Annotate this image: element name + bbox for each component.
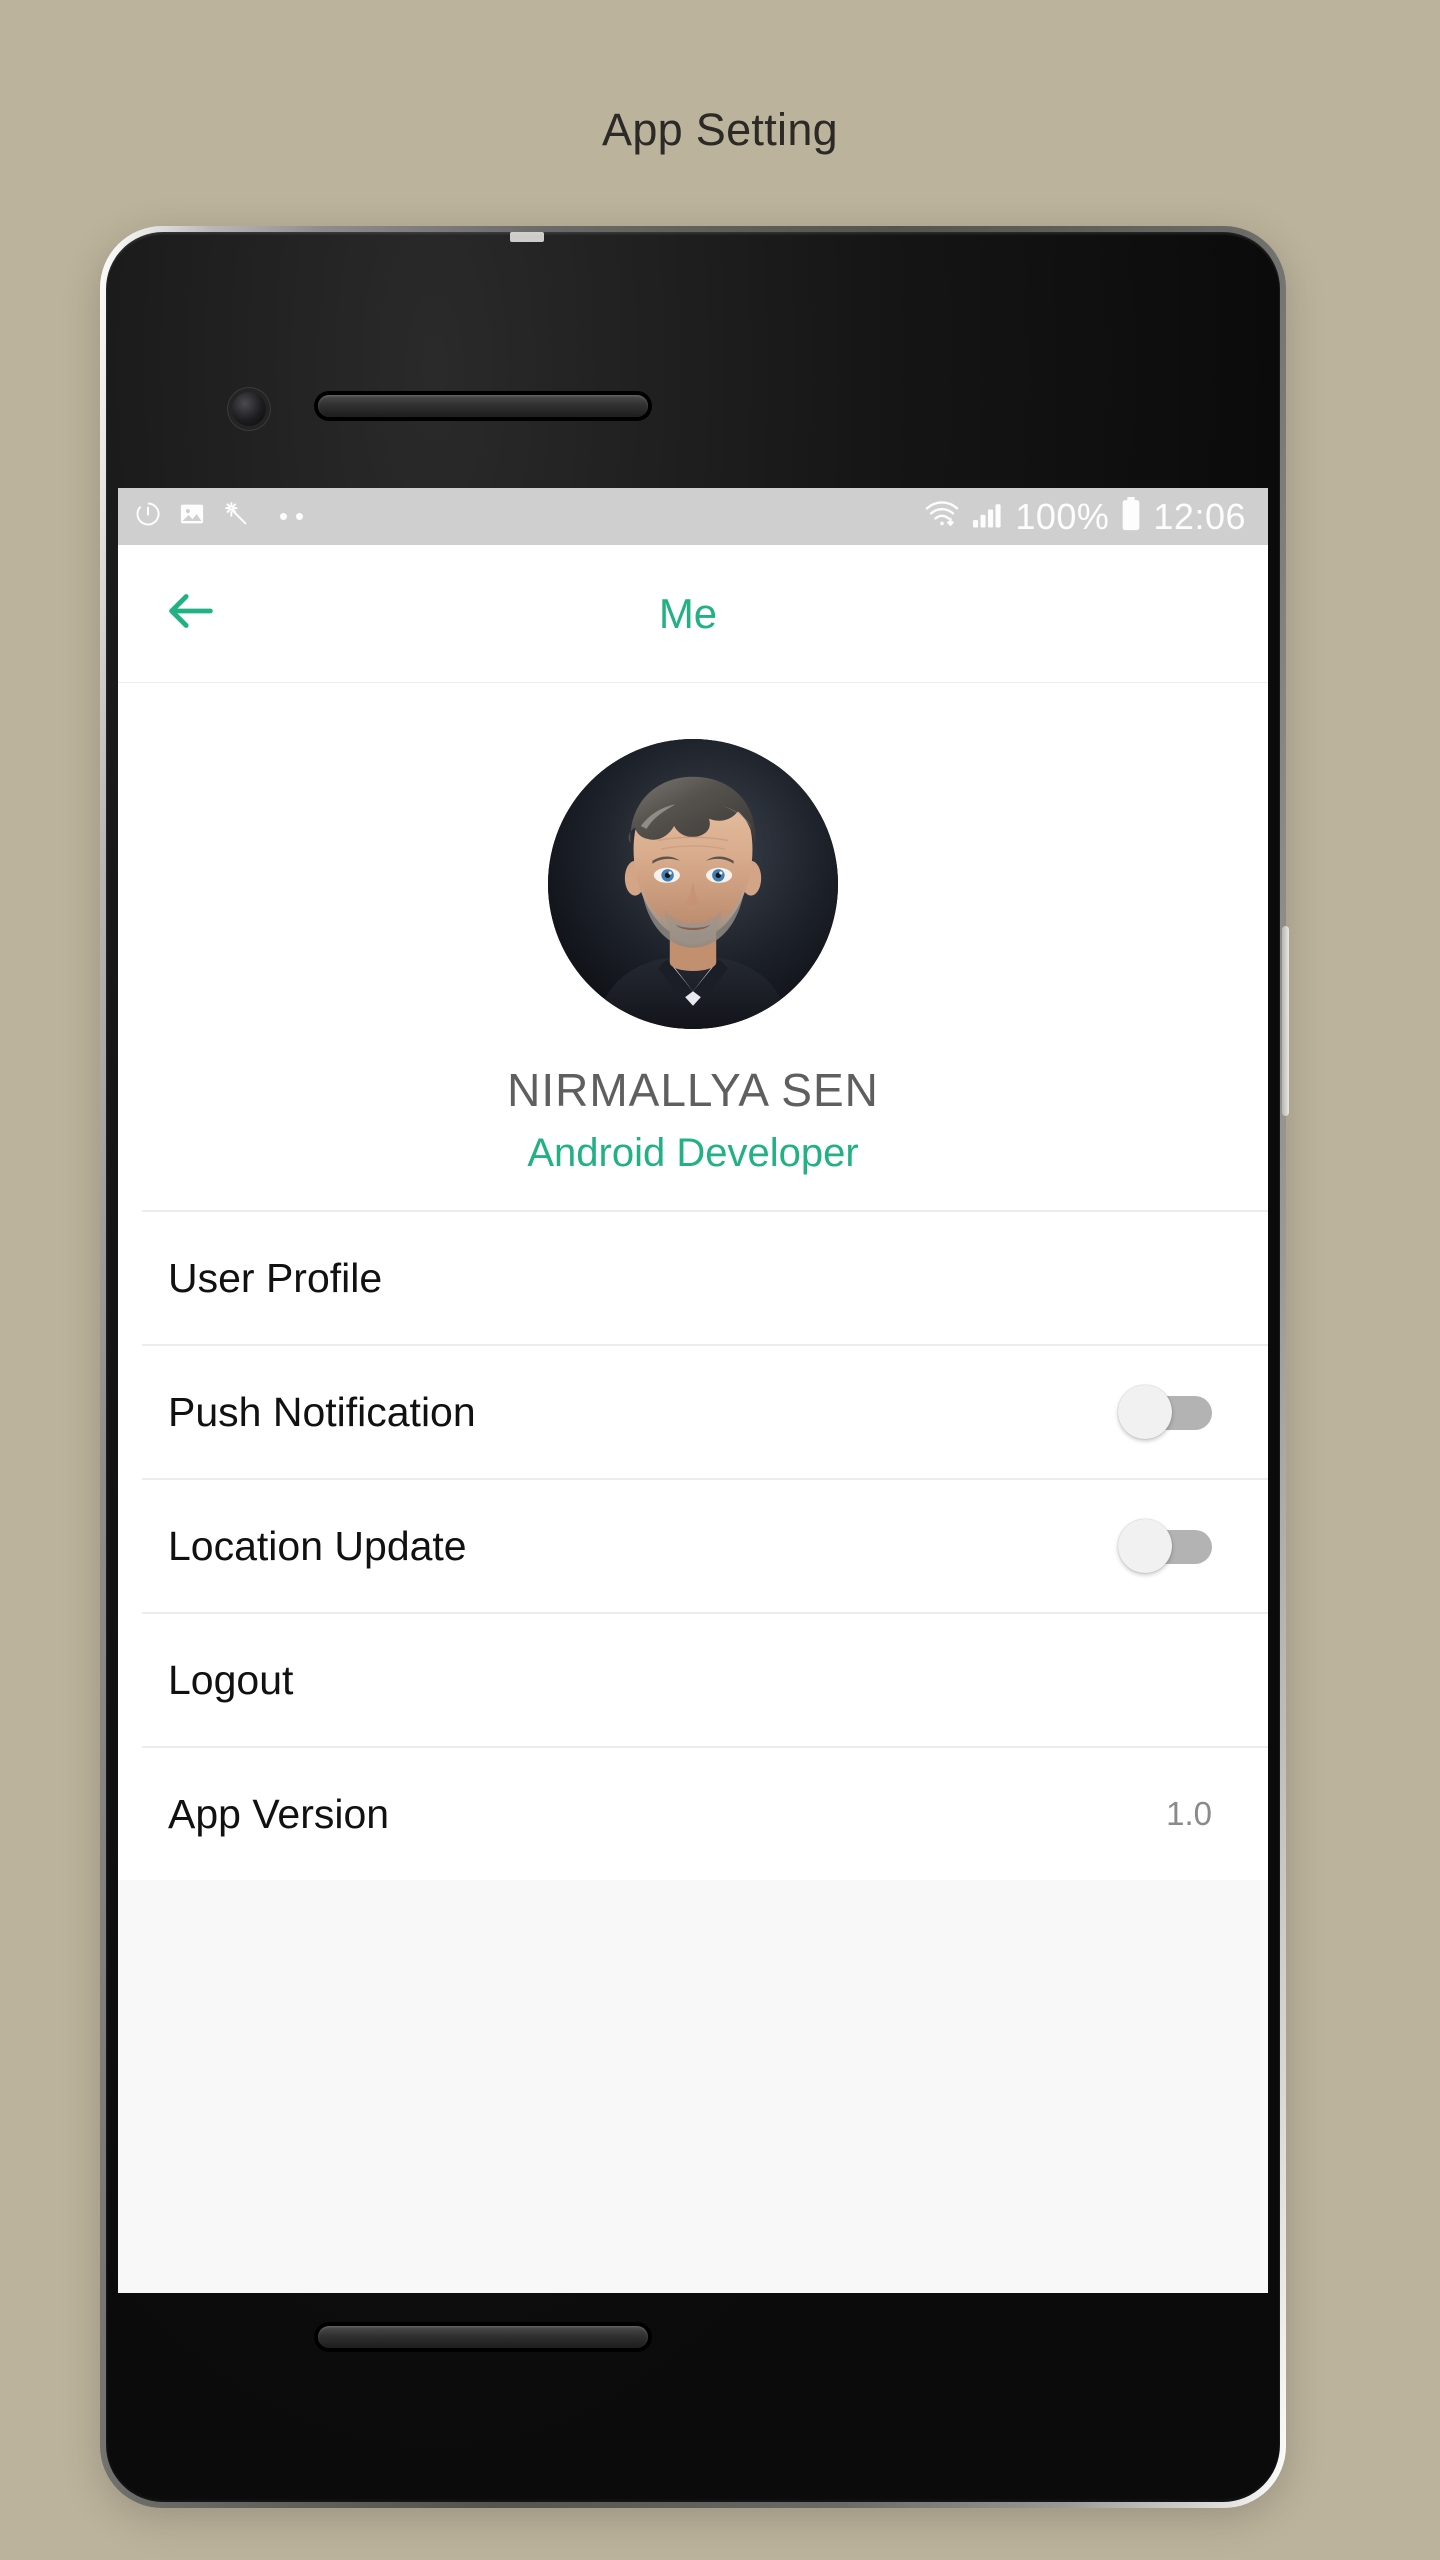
wifi-download-icon	[923, 499, 961, 534]
status-bar-left	[134, 500, 303, 533]
settings-row-user-profile[interactable]: User Profile	[118, 1210, 1268, 1344]
earpiece-speaker	[318, 395, 648, 417]
app-version-value: 1.0	[1166, 1795, 1212, 1832]
battery-percent-label: 100%	[1015, 495, 1110, 537]
more-dots-icon	[280, 513, 303, 520]
signal-bars-icon	[971, 499, 1005, 534]
front-camera-icon	[232, 392, 266, 426]
empty-area	[118, 1880, 1268, 2293]
push-notification-toggle[interactable]	[1118, 1385, 1212, 1439]
settings-row-label: Logout	[168, 1656, 294, 1703]
antenna-nub	[510, 232, 544, 242]
divider-inset	[118, 1746, 142, 1748]
settings-row-push-notification[interactable]: Push Notification	[118, 1344, 1268, 1478]
profile-name: NIRMALLYA SEN	[507, 1064, 879, 1116]
location-update-toggle[interactable]	[1118, 1519, 1212, 1573]
battery-full-icon	[1119, 497, 1143, 536]
bottom-speaker	[318, 2326, 648, 2348]
app-bar-title: Me	[658, 589, 718, 637]
avatar[interactable]	[548, 739, 838, 1029]
settings-row-label: App Version	[168, 1790, 390, 1837]
alarm-timer-icon	[134, 500, 162, 533]
phone-device-frame: 100% 12:06 Me NIRMALLYA SEN Android Deve…	[100, 226, 1289, 2508]
clock-label: 12:06	[1153, 495, 1246, 537]
status-bar: 100% 12:06	[118, 488, 1268, 545]
avatar-image	[548, 739, 838, 1029]
toggle-thumb	[1118, 1385, 1172, 1439]
arrow-left-icon	[162, 582, 220, 645]
settings-row-label: User Profile	[168, 1254, 383, 1301]
divider-inset	[118, 1344, 142, 1346]
back-button[interactable]	[154, 577, 228, 651]
settings-row-label: Location Update	[168, 1522, 467, 1569]
power-button[interactable]	[1282, 926, 1289, 1116]
toggle-thumb	[1118, 1519, 1172, 1573]
settings-row-logout[interactable]: Logout	[118, 1612, 1268, 1746]
magic-wand-icon	[222, 500, 250, 533]
phone-screen: 100% 12:06 Me NIRMALLYA SEN Android Deve…	[118, 488, 1268, 2293]
page-title: App Setting	[602, 104, 838, 155]
settings-row-app-version: App Version 1.0	[118, 1746, 1268, 1880]
settings-row-label: Push Notification	[168, 1388, 476, 1435]
settings-row-location-update[interactable]: Location Update	[118, 1478, 1268, 1612]
settings-list: User Profile Push Notification Location …	[118, 1210, 1268, 1880]
divider-inset	[118, 1478, 142, 1480]
divider-inset	[118, 1612, 142, 1614]
status-bar-right: 100% 12:06	[923, 497, 1246, 536]
profile-header: NIRMALLYA SEN Android Developer	[118, 683, 1268, 1210]
app-bar: Me	[118, 545, 1268, 683]
divider-inset	[118, 1210, 142, 1212]
profile-role: Android Developer	[527, 1131, 859, 1175]
image-icon	[178, 500, 206, 533]
